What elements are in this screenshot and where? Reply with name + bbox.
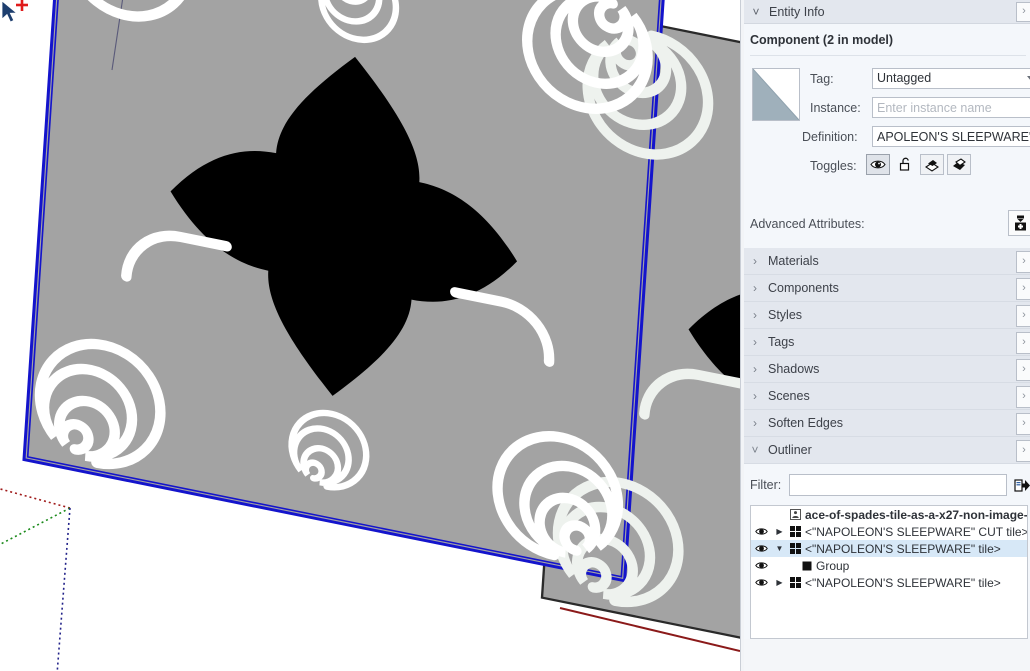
advanced-attributes-row: Advanced Attributes: [744,208,1030,248]
filter-input[interactable] [789,474,1008,496]
component-icon [787,526,804,537]
tray-section-styles[interactable]: › Styles › [744,302,1030,329]
tray-section-label: Soften Edges [768,416,844,430]
outliner-row-label: <"NAPOLEON'S SLEEPWARE" tile> [805,541,1001,556]
chevron-down-icon[interactable]: ˅ [750,6,762,18]
expand-panel-icon[interactable]: › [1016,305,1030,327]
tag-select[interactable]: Untagged [872,68,1030,89]
outliner-row-label: <"NAPOLEON'S SLEEPWARE" CUT tile> [805,524,1027,539]
toggles-label: Toggles: [810,159,857,173]
tray-section-label: Outliner [768,443,812,457]
tray-section-scenes[interactable]: › Scenes › [744,383,1030,410]
outliner-row[interactable]: ▼ <"NAPOLEON'S SLEEPWARE" tile> [751,540,1027,557]
definition-label: Definition: [802,130,858,144]
outliner-row-label: ace-of-spades-tile-as-a-x27-non-image-x2 [805,507,1027,522]
visibility-eye-icon[interactable] [751,527,772,536]
expand-panel-icon[interactable]: › [1016,278,1030,300]
instance-input[interactable] [872,97,1030,118]
unlocked-padlock-icon[interactable] [893,154,917,175]
chevron-right-icon[interactable]: › [750,282,760,294]
outliner-row[interactable]: ▶ <"NAPOLEON'S SLEEPWARE" CUT tile> [751,523,1027,540]
outliner-row-label: Group [816,558,850,573]
triangle-down-icon[interactable]: ▼ [772,544,787,553]
instance-label: Instance: [810,101,861,115]
chevron-down-icon[interactable]: ˅ [750,444,760,456]
outliner-row[interactable]: ace-of-spades-tile-as-a-x27-non-image-x2 [751,506,1027,523]
tag-label: Tag: [810,72,834,86]
triangle-right-icon[interactable]: ▶ [772,578,787,587]
chevron-right-icon[interactable]: › [750,255,760,267]
tray-section-label: Shadows [768,362,820,376]
casts-shadows-icon[interactable] [947,154,971,175]
receives-shadows-icon[interactable] [920,154,944,175]
tray-section-shadows[interactable]: › Shadows › [744,356,1030,383]
model-canvas[interactable]: .t1 .sp { stroke:#1414cc; } .t1 .sp use … [0,0,740,671]
default-tray-panel: ˅ Entity Info › Component (2 in model) T… [744,0,1030,671]
component-icon [787,577,804,588]
tray-section-label: Styles [768,308,803,322]
outliner-tree[interactable]: ace-of-spades-tile-as-a-x27-non-image-x2… [750,505,1028,639]
expand-panel-icon[interactable]: › [1016,386,1030,408]
tray-section-components[interactable]: › Components › [744,275,1030,302]
toggle-button-group [866,154,971,175]
expand-attributes-icon[interactable] [1008,210,1030,236]
expand-panel-icon[interactable]: › [1016,413,1030,435]
component-icon [787,543,804,554]
group-icon [798,561,815,571]
component-thumbnail [752,68,800,121]
outliner-row[interactable]: Group [751,557,1027,574]
visibility-eye-icon[interactable] [751,561,772,570]
filter-label: Filter: [750,478,782,492]
chevron-right-icon[interactable]: › [750,363,760,375]
outliner-details-icon[interactable] [1012,476,1030,494]
expand-panel-icon[interactable]: › [1016,332,1030,354]
definition-input[interactable] [872,126,1030,147]
visibility-eye-icon[interactable] [751,578,772,587]
outliner-row-label: <"NAPOLEON'S SLEEPWARE" tile> [805,575,1001,590]
tray-section-soften-edges[interactable]: › Soften Edges › [744,410,1030,437]
outliner-row[interactable]: ▶ <"NAPOLEON'S SLEEPWARE" tile> [751,574,1027,591]
tray-section-tags[interactable]: › Tags › [744,329,1030,356]
advanced-attributes-label: Advanced Attributes: [750,217,865,231]
entity-info-heading: Component (2 in model) [750,33,894,47]
expand-panel-icon[interactable]: › [1016,440,1030,462]
tray-section-label: Tags [768,335,795,349]
tray-section-outliner[interactable]: ˅ Outliner › [744,437,1030,464]
chevron-right-icon[interactable]: › [750,390,760,402]
entity-info-header[interactable]: ˅ Entity Info › [744,0,1030,24]
chevron-right-icon[interactable]: › [750,417,760,429]
chevron-right-icon[interactable]: › [750,309,760,321]
outliner-body: Filter: ace-of-spades-tile-as-a-x27-non-… [744,464,1030,639]
model-root-icon [787,509,804,520]
tray-sections: › Materials › › Components › › Styles › › Tags › › Sh… [744,248,1030,464]
expand-panel-icon[interactable]: › [1016,2,1030,22]
visibility-eye-icon[interactable] [751,544,772,553]
tray-section-label: Components [768,281,839,295]
model-viewport[interactable]: .t1 .sp { stroke:#1414cc; } .t1 .sp use … [0,0,740,671]
triangle-right-icon[interactable]: ▶ [772,527,787,536]
tray-section-label: Materials [768,254,819,268]
chevron-right-icon[interactable]: › [750,336,760,348]
tray-section-materials[interactable]: › Materials › [744,248,1030,275]
tag-value: Untagged [877,71,932,85]
tray-section-label: Scenes [768,389,810,403]
entity-info-body: Component (2 in model) Tag: Untagged Ins… [744,24,1030,248]
entity-info-title: Entity Info [769,4,825,19]
expand-panel-icon[interactable]: › [1016,359,1030,381]
visibility-eye-icon[interactable] [866,154,890,175]
outliner-filter-row: Filter: [744,464,1030,505]
expand-panel-icon[interactable]: › [1016,251,1030,273]
